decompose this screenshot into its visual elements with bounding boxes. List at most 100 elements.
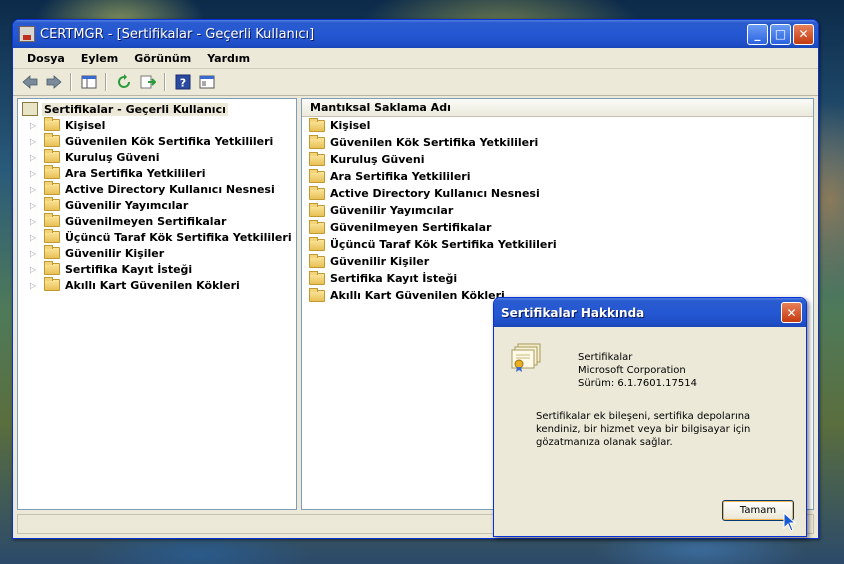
dialog-title: Sertifikalar Hakkında <box>501 305 645 320</box>
tree-item[interactable]: ▷ Akıllı Kart Güvenilen Kökleri <box>18 277 296 293</box>
folder-icon <box>309 134 325 149</box>
menu-bar: Dosya Eylem Görünüm Yardım <box>13 48 818 69</box>
version-text: Sürüm: 6.1.7601.17514 <box>578 378 697 389</box>
folder-icon <box>44 213 60 227</box>
list-item-label: Güvenilir Kişiler <box>330 255 430 268</box>
folder-icon <box>309 117 325 132</box>
tree-item-label: Ara Sertifika Yetkilileri <box>65 166 206 180</box>
list-item-label: Güvenilen Kök Sertifika Yetkilileri <box>330 136 539 149</box>
toolbar-separator <box>164 73 166 91</box>
tree-item-label: Active Directory Kullanıcı Nesnesi <box>65 182 275 196</box>
list-item[interactable]: Active Directory Kullanıcı Nesnesi <box>302 185 813 202</box>
list-item[interactable]: Güvenilir Kişiler <box>302 253 813 270</box>
expand-arrow-icon[interactable]: ▷ <box>30 201 40 210</box>
toolbar: ? <box>13 69 818 96</box>
list-item[interactable]: Güvenilmeyen Sertifikalar <box>302 219 813 236</box>
certificate-store-icon <box>22 102 38 116</box>
list-item-label: Üçüncü Taraf Kök Sertifika Yetkilileri <box>330 238 557 251</box>
folder-icon <box>309 287 325 302</box>
tree-item-label: Güvenilir Yayımcılar <box>65 198 189 212</box>
dialog-close-button[interactable]: ✕ <box>781 302 802 323</box>
menu-eylem[interactable]: Eylem <box>73 52 126 65</box>
list-item[interactable]: Sertifika Kayıt İsteği <box>302 270 813 287</box>
tree-pane[interactable]: Sertifikalar - Geçerli Kullanıcı ▷ Kişise… <box>17 98 297 510</box>
folder-icon <box>309 185 325 200</box>
folder-icon <box>309 236 325 251</box>
folder-icon <box>44 261 60 275</box>
expand-arrow-icon[interactable]: ▷ <box>30 233 40 242</box>
export-list-icon[interactable] <box>137 72 158 92</box>
expand-arrow-icon[interactable]: ▷ <box>30 153 40 162</box>
list-item[interactable]: Ara Sertifika Yetkilileri <box>302 168 813 185</box>
tree-item[interactable]: ▷ Sertifika Kayıt İsteği <box>18 261 296 277</box>
certmgr-app-icon <box>19 26 35 42</box>
menu-dosya[interactable]: Dosya <box>19 52 73 65</box>
list-item[interactable]: Güvenilen Kök Sertifika Yetkilileri <box>302 134 813 151</box>
dialog-titlebar[interactable]: Sertifikalar Hakkında ✕ <box>494 298 806 327</box>
tree-item[interactable]: ▷ Active Directory Kullanıcı Nesnesi <box>18 181 296 197</box>
company-name: Microsoft Corporation <box>578 365 686 376</box>
folder-icon <box>44 197 60 211</box>
back-arrow-icon[interactable] <box>19 72 40 92</box>
help-icon[interactable]: ? <box>172 72 193 92</box>
tree-item[interactable]: ▷ Güvenilir Kişiler <box>18 245 296 261</box>
expand-arrow-icon[interactable]: ▷ <box>30 281 40 290</box>
list-item-label: Kuruluş Güveni <box>330 153 425 166</box>
expand-arrow-icon[interactable]: ▷ <box>30 137 40 146</box>
tree-item-label: Akıllı Kart Güvenilen Kökleri <box>65 278 240 292</box>
tree-item[interactable]: ▷ Kuruluş Güveni <box>18 149 296 165</box>
product-name: Sertifikalar <box>578 352 633 363</box>
forward-arrow-icon[interactable] <box>43 72 64 92</box>
minimize-button[interactable]: _ <box>747 23 768 45</box>
folder-icon <box>309 202 325 217</box>
menu-gorunum[interactable]: Görünüm <box>126 52 199 65</box>
list-item-label: Güvenilir Yayımcılar <box>330 204 454 217</box>
tree-item[interactable]: ▷ Güvenilen Kök Sertifika Yetkilileri <box>18 133 296 149</box>
list-item[interactable]: Güvenilir Yayımcılar <box>302 202 813 219</box>
list-item-label: Ara Sertifika Yetkilileri <box>330 170 471 183</box>
expand-arrow-icon[interactable]: ▷ <box>30 217 40 226</box>
tree-item-label: Sertifika Kayıt İsteği <box>65 262 193 276</box>
folder-icon <box>44 245 60 259</box>
about-dialog: Sertifikalar Hakkında ✕ Sertifikalar Mic… <box>493 297 807 537</box>
expand-arrow-icon[interactable]: ▷ <box>30 185 40 194</box>
refresh-icon[interactable] <box>113 72 134 92</box>
expand-arrow-icon[interactable]: ▷ <box>30 265 40 274</box>
mouse-cursor-icon <box>783 512 797 532</box>
show-hide-tree-icon[interactable] <box>78 72 99 92</box>
list-item-label: Kişisel <box>330 119 371 132</box>
certificate-icon <box>511 343 541 372</box>
window-titlebar[interactable]: CERTMGR - [Sertifikalar - Geçerli Kullan… <box>13 20 818 48</box>
description-text: Sertifikalar ek bileşeni, sertifika depo… <box>536 411 751 448</box>
tree-item[interactable]: ▷ Güvenilir Yayımcılar <box>18 197 296 213</box>
expand-arrow-icon[interactable]: ▷ <box>30 169 40 178</box>
folder-icon <box>44 133 60 147</box>
expand-arrow-icon[interactable]: ▷ <box>30 249 40 258</box>
list-item-label: Güvenilmeyen Sertifikalar <box>330 221 492 234</box>
folder-icon <box>309 168 325 183</box>
menu-yardim[interactable]: Yardım <box>199 52 258 65</box>
maximize-button[interactable]: □ <box>770 23 791 45</box>
properties-icon[interactable] <box>196 72 217 92</box>
tree-item-label: Kuruluş Güveni <box>65 150 160 164</box>
tree-item[interactable]: ▷ Kişisel <box>18 117 296 133</box>
list-item-label: Akıllı Kart Güvenilen Kökleri <box>330 289 505 302</box>
folder-icon <box>309 253 325 268</box>
tree-item-label: Güvenilir Kişiler <box>65 246 165 260</box>
column-header[interactable]: Mantıksal Saklama Adı <box>302 99 813 117</box>
tree-root[interactable]: Sertifikalar - Geçerli Kullanıcı <box>18 101 296 117</box>
expand-arrow-icon[interactable]: ▷ <box>30 121 40 130</box>
tree-item-label: Üçüncü Taraf Kök Sertifika Yetkilileri <box>65 230 292 244</box>
tree-item[interactable]: ▷ Güvenilmeyen Sertifikalar <box>18 213 296 229</box>
toolbar-separator <box>105 73 107 91</box>
close-button[interactable]: ✕ <box>793 23 814 45</box>
toolbar-separator <box>70 73 72 91</box>
list-item[interactable]: Kuruluş Güveni <box>302 151 813 168</box>
tree-item[interactable]: ▷ Üçüncü Taraf Kök Sertifika Yetkilileri <box>18 229 296 245</box>
tree-item[interactable]: ▷ Ara Sertifika Yetkilileri <box>18 165 296 181</box>
folder-icon <box>44 149 60 163</box>
list-item[interactable]: Kişisel <box>302 117 813 134</box>
window-title: CERTMGR - [Sertifikalar - Geçerli Kullan… <box>40 26 315 42</box>
tree-item-label: Güvenilen Kök Sertifika Yetkilileri <box>65 134 274 148</box>
list-item[interactable]: Üçüncü Taraf Kök Sertifika Yetkilileri <box>302 236 813 253</box>
